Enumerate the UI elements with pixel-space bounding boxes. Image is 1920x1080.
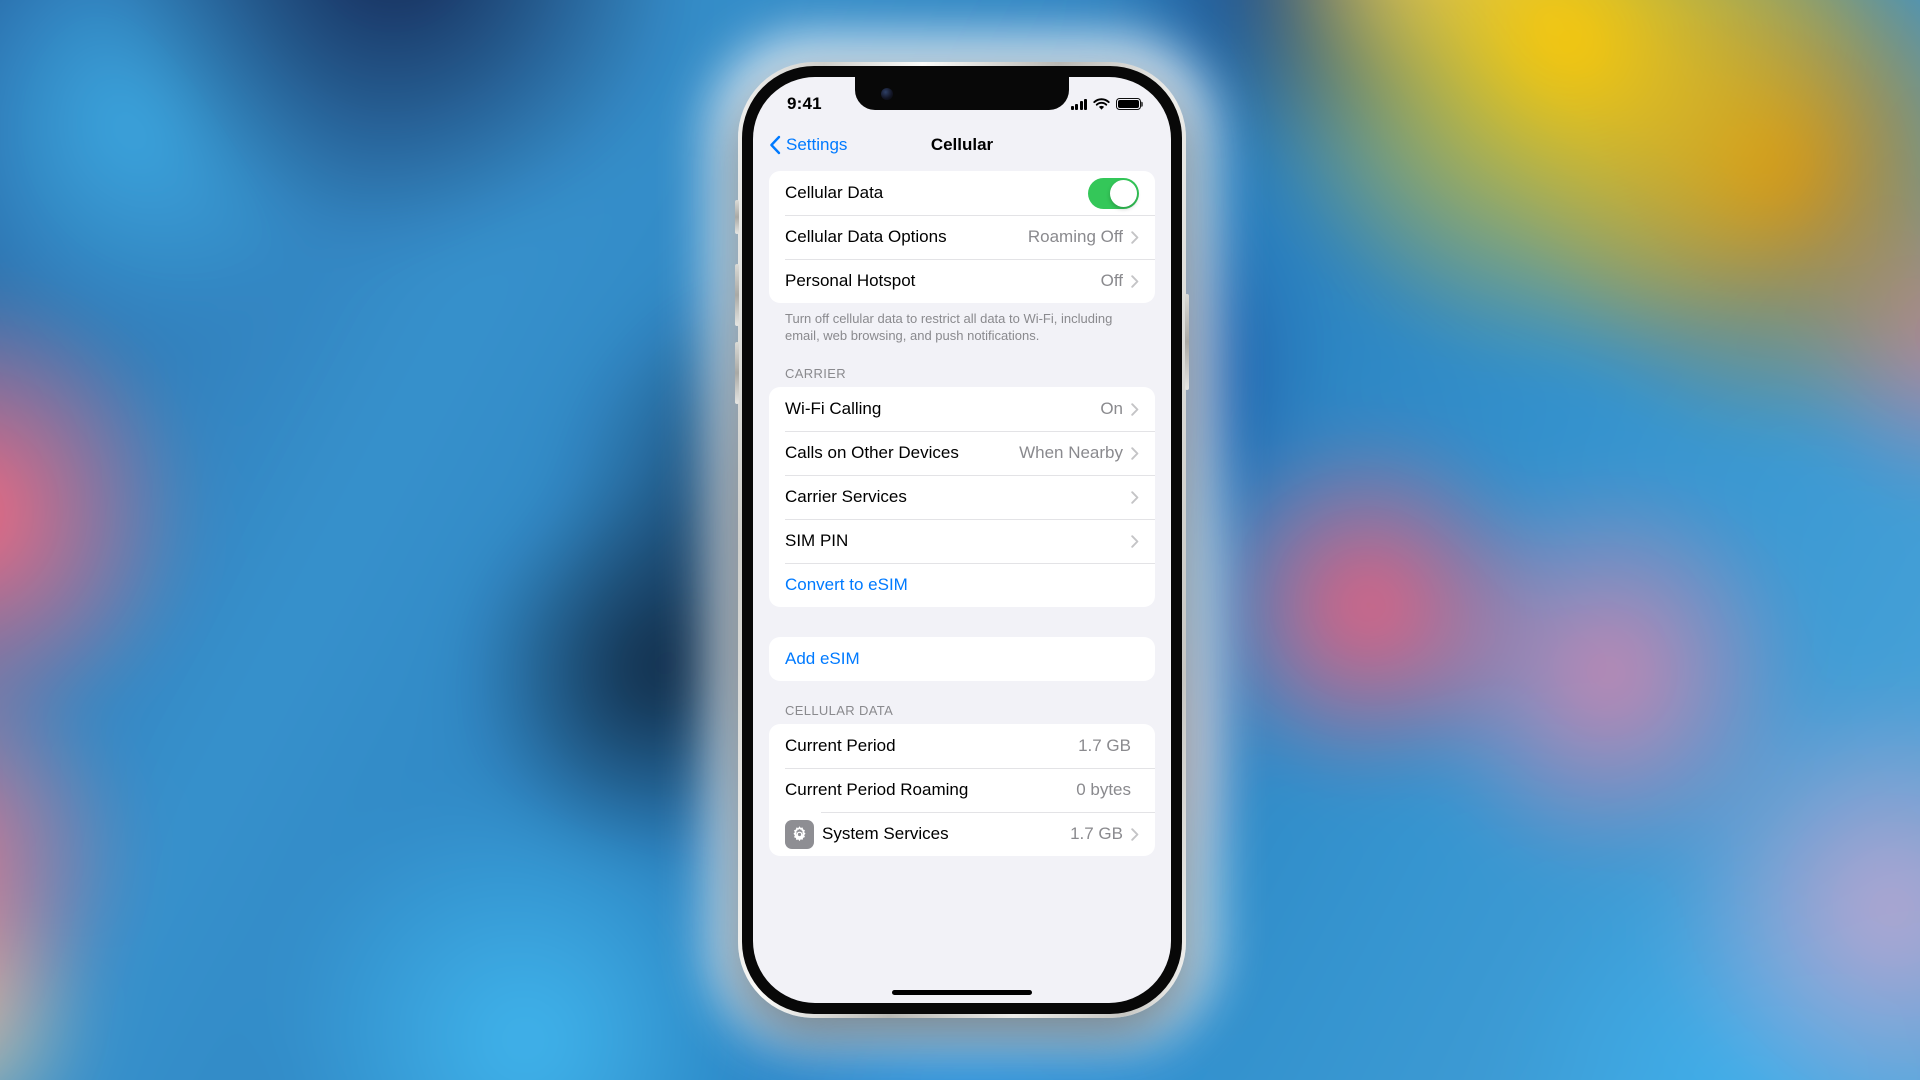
chevron-left-icon	[770, 135, 781, 155]
list-item-label: Convert to eSIM	[785, 575, 908, 595]
wifi-icon	[1093, 97, 1110, 110]
list-item-label: Calls on Other Devices	[785, 443, 959, 463]
add-esim-group: Add eSIM	[769, 637, 1155, 682]
toggle-cellular-data[interactable]	[1088, 177, 1139, 209]
chevron-right-icon	[1131, 230, 1139, 244]
list-item-value: 1.7 GB	[1070, 824, 1123, 844]
list-item-sim-pin[interactable]: SIM PIN	[769, 519, 1155, 563]
status-time: 9:41	[787, 94, 822, 113]
list-item-label: Current Period	[785, 736, 896, 756]
chevron-right-icon	[1131, 828, 1139, 841]
list-item-value: 1.7 GB	[1078, 736, 1131, 756]
section-footer-cellular-data-group: Turn off cellular data to restrict all d…	[785, 311, 1113, 344]
section-header-carrier-group: CARRIER	[785, 366, 846, 382]
settings-list[interactable]: Cellular Data Cellular Data Options Roamin…	[753, 167, 1171, 1003]
cellular-data-group: Cellular Data Cellular Data Options Roamin…	[769, 171, 1155, 303]
status-icons	[1070, 97, 1141, 111]
list-item-carrier-services[interactable]: Carrier Services	[769, 475, 1155, 519]
volume-up-button[interactable]	[735, 264, 739, 326]
carrier-group: Wi-Fi Calling On Calls on Other Devices Whe…	[769, 387, 1155, 608]
section-header-cellular-data-usage-group: CELLULAR DATA	[785, 703, 894, 719]
chevron-right-icon	[1131, 535, 1139, 548]
list-item-system-services[interactable]: System Services 1.7 GB	[769, 812, 1155, 856]
chevron-right-icon	[1131, 274, 1139, 288]
iphone-device: 9:41 Settings Cellular Cellular Data Cel…	[712, 36, 1212, 1044]
list-item-add-esim[interactable]: Add eSIM	[769, 637, 1155, 681]
chevron-right-icon	[1131, 447, 1139, 460]
list-item-cellular-data-options[interactable]: Cellular Data Options Roaming Off	[769, 215, 1155, 259]
display-notch	[855, 77, 1069, 110]
battery-full-icon	[1116, 98, 1141, 110]
list-item-value: On	[1100, 399, 1123, 419]
list-item-label: Carrier Services	[785, 487, 907, 507]
cellular-signal-icon	[1070, 98, 1087, 110]
list-item-value: Off	[1100, 271, 1123, 290]
list-item-label: Cellular Data	[785, 183, 884, 202]
list-item-value: Roaming Off	[1027, 227, 1123, 246]
list-item-current-period[interactable]: Current Period 1.7 GB	[769, 724, 1155, 768]
list-item-value: 0 bytes	[1076, 780, 1131, 800]
list-item-convert-to-esim[interactable]: Convert to eSIM	[769, 563, 1155, 607]
navigation-bar: Settings Cellular	[753, 123, 1171, 167]
list-item-label: Wi-Fi Calling	[785, 399, 882, 419]
list-item-calls-on-other-devices[interactable]: Calls on Other Devices When Nearby	[769, 431, 1155, 475]
list-item-label: Add eSIM	[785, 649, 860, 669]
list-item-label: System Services	[822, 824, 949, 844]
list-item-label: Cellular Data Options	[785, 227, 947, 246]
home-indicator[interactable]	[892, 990, 1032, 995]
chevron-right-icon	[1131, 403, 1139, 416]
list-item-label: Current Period Roaming	[785, 780, 969, 800]
gear-icon	[793, 826, 806, 841]
cellular-data-usage-group: Current Period 1.7 GB Current Period Roami…	[769, 724, 1155, 857]
list-item-current-period-roaming[interactable]: Current Period Roaming 0 bytes	[769, 768, 1155, 812]
device-screen: 9:41 Settings Cellular Cellular Data Cel…	[753, 77, 1171, 1003]
list-item-label: SIM PIN	[785, 531, 849, 551]
back-button[interactable]: Settings	[769, 135, 847, 155]
silent-switch[interactable]	[735, 200, 739, 234]
front-camera-icon	[881, 88, 893, 100]
device-frame: 9:41 Settings Cellular Cellular Data Cel…	[735, 62, 1189, 1018]
back-button-label: Settings	[786, 135, 848, 154]
volume-down-button[interactable]	[735, 342, 739, 404]
list-item-label: Personal Hotspot	[785, 271, 916, 290]
list-item-wi-fi-calling[interactable]: Wi-Fi Calling On	[769, 387, 1155, 431]
list-item-personal-hotspot[interactable]: Personal Hotspot Off	[769, 259, 1155, 303]
power-button[interactable]	[1185, 294, 1189, 390]
list-item-cellular-data[interactable]: Cellular Data	[769, 171, 1155, 215]
list-item-value: When Nearby	[1019, 443, 1123, 463]
chevron-right-icon	[1131, 491, 1139, 504]
device-bezel: 9:41 Settings Cellular Cellular Data Cel…	[742, 66, 1182, 1014]
gear-icon	[785, 819, 814, 849]
